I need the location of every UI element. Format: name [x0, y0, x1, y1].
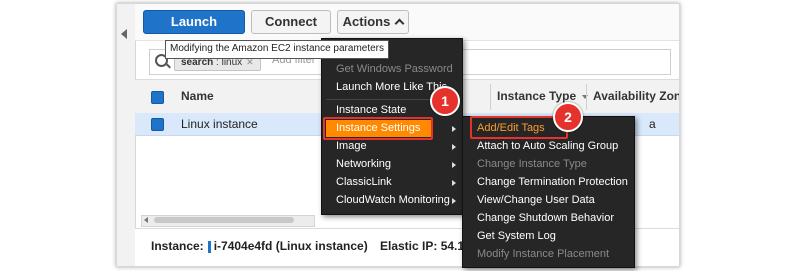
column-divider	[586, 84, 587, 110]
chevron-up-icon	[394, 18, 405, 29]
side-collapse-strip[interactable]	[117, 4, 136, 266]
col-header-name[interactable]: Name	[181, 89, 214, 103]
tooltip: Modifying the Amazon EC2 instance parame…	[165, 40, 389, 59]
menu-item-image[interactable]: Image	[336, 140, 367, 152]
instance-type-label: Instance Type	[497, 89, 577, 103]
instance-label: Instance:	[151, 239, 204, 253]
menu-item-instance-state[interactable]: Instance State	[336, 104, 406, 116]
column-divider	[490, 84, 491, 110]
scroll-thumb[interactable]	[154, 217, 294, 223]
submenu-arrow-icon	[452, 144, 456, 150]
instance-details: Instance: i-7404e4fd (Linux instance)	[151, 239, 368, 253]
submenu-arrow-icon	[452, 180, 456, 186]
actions-button[interactable]: Actions	[337, 10, 409, 34]
step-badge-1: 1	[430, 86, 460, 116]
toolbar: Launch Instance Connect Actions	[135, 4, 679, 51]
submenu-arrow-icon	[452, 162, 456, 168]
menu-item-networking[interactable]: Networking	[336, 158, 391, 170]
submenu-item-attach-auto-scaling[interactable]: Attach to Auto Scaling Group	[477, 140, 618, 152]
horizontal-scrollbar[interactable]	[141, 215, 315, 227]
submenu-item-view-change-user-data[interactable]: View/Change User Data	[477, 194, 595, 206]
submenu-arrow-icon	[452, 198, 456, 204]
submenu-item-change-shutdown-behavior[interactable]: Change Shutdown Behavior	[477, 212, 614, 224]
menu-item-get-windows-password[interactable]: Get Windows Password	[336, 63, 453, 75]
callout-box-instance-settings	[323, 117, 433, 140]
select-all-checkbox[interactable]	[151, 91, 164, 104]
collapse-left-icon[interactable]	[121, 29, 127, 39]
menu-item-launch-more-like-this[interactable]: Launch More Like This	[336, 81, 447, 93]
scroll-left-icon[interactable]	[144, 217, 148, 223]
col-header-availability-zone[interactable]: Availability Zone	[593, 89, 679, 103]
menu-item-classiclink[interactable]: ClassicLink	[336, 176, 392, 188]
instance-value: i-7404e4fd (Linux instance)	[213, 239, 368, 253]
instance-marker	[207, 240, 211, 253]
cell-name: Linux instance	[181, 117, 258, 131]
submenu-item-get-system-log[interactable]: Get System Log	[477, 230, 556, 242]
elastic-ip-label: Elastic IP: 54.1	[380, 239, 465, 253]
submenu-arrow-icon	[452, 126, 456, 132]
step-badge-2: 2	[553, 102, 583, 132]
launch-instance-button[interactable]: Launch Instance	[143, 10, 245, 51]
actions-label: Actions	[342, 14, 391, 29]
submenu-item-change-instance-type[interactable]: Change Instance Type	[477, 158, 587, 170]
col-header-instance-type[interactable]: Instance Type	[497, 89, 589, 103]
menu-item-cloudwatch-monitoring[interactable]: CloudWatch Monitoring	[336, 194, 450, 206]
cell-zone: a	[649, 117, 656, 131]
row-checkbox[interactable]	[151, 118, 164, 131]
submenu-item-change-termination-protection[interactable]: Change Termination Protection	[477, 176, 628, 188]
connect-button[interactable]: Connect	[251, 10, 331, 34]
submenu-item-modify-instance-placement[interactable]: Modify Instance Placement	[477, 248, 609, 260]
